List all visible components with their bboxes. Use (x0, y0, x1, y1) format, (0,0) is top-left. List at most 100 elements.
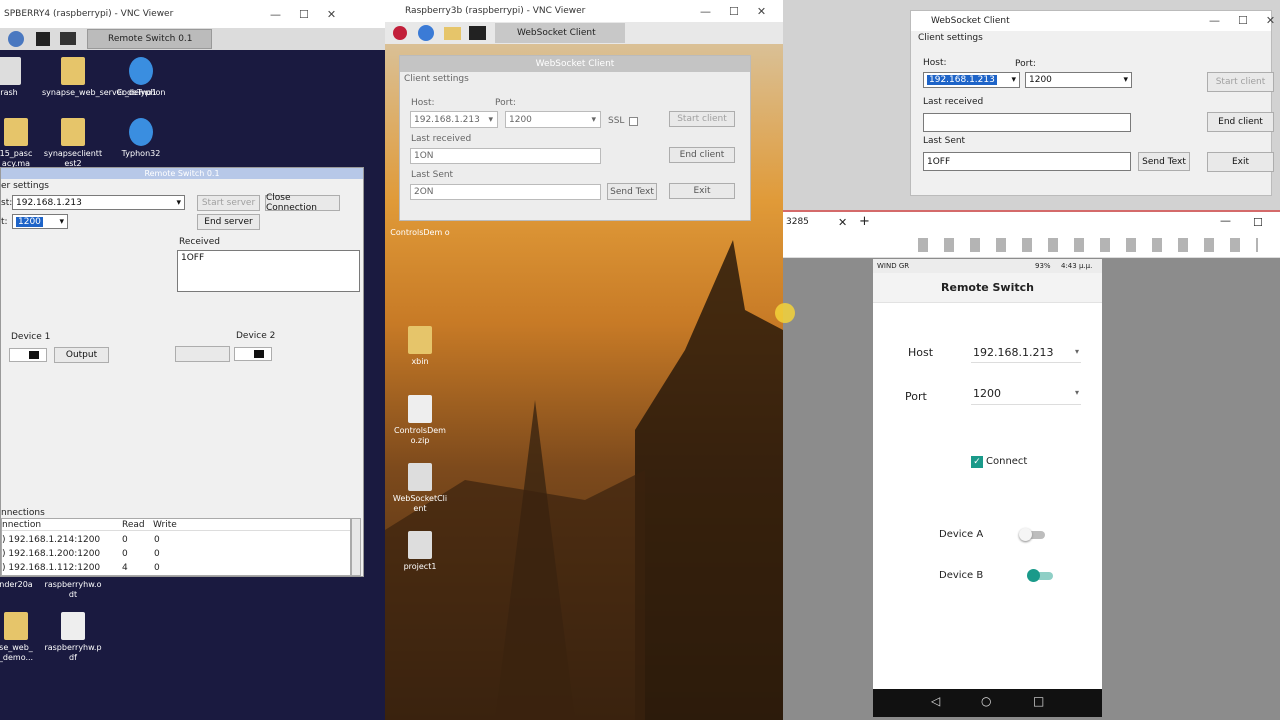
globe-icon[interactable] (8, 31, 24, 47)
send-text-button[interactable]: Send Text (607, 183, 657, 200)
device2-output-button[interactable] (175, 346, 230, 362)
last-received-field[interactable] (923, 113, 1131, 132)
desktop-icon-se-web[interactable]: se_web_ _demo... (0, 612, 36, 663)
minimize-icon[interactable]: — (270, 8, 281, 21)
new-tab-icon[interactable]: + (859, 214, 870, 229)
port-label: Port (905, 390, 927, 403)
ssl-label: SSL (608, 116, 625, 126)
desktop-icon-raspberryhw-pdf[interactable]: raspberryhw.p df (42, 612, 104, 663)
pi-taskbar: WebSocket Client (385, 22, 783, 44)
start-server-button[interactable]: Start server (197, 195, 260, 211)
back-icon[interactable]: ◁ (931, 694, 940, 708)
close-tab-icon[interactable]: ✕ (838, 216, 847, 229)
desktop-icon-synapseclient[interactable]: synapseclientt est2 (42, 118, 104, 169)
desktop-icon-websocketclient[interactable]: WebSocketCli ent (388, 463, 452, 514)
folder-icon[interactable] (444, 27, 461, 40)
maximize-icon[interactable]: ☐ (299, 8, 309, 21)
received-memo[interactable]: 1OFF (177, 250, 360, 292)
device-b-label: Device B (939, 570, 984, 581)
toolbar-icons[interactable] (918, 238, 1258, 252)
host-spinner[interactable]: 192.168.1.213 ▾ (971, 343, 1081, 363)
start-client-button[interactable]: Start client (669, 111, 735, 127)
desktop-icon-codetyphon[interactable]: CodeTyphon (112, 57, 170, 98)
chevron-down-icon: ▾ (59, 216, 64, 227)
device2-toggle[interactable] (234, 347, 272, 361)
ssl-checkbox[interactable] (629, 117, 638, 126)
exit-button[interactable]: Exit (1207, 152, 1274, 172)
end-client-button[interactable]: End client (1207, 112, 1274, 132)
taskbar-app-websocket[interactable]: WebSocket Client (495, 23, 625, 43)
close-icon[interactable]: ✕ (1266, 14, 1275, 27)
last-sent-field[interactable]: 2ON (410, 184, 601, 200)
terminal-icon[interactable] (469, 26, 486, 40)
table-row[interactable]: ) 192.168.1.112:1200 4 0 (2, 561, 350, 574)
rs-port-label: t: (1, 217, 8, 227)
exit-button[interactable]: Exit (669, 183, 735, 199)
carrier-label: WIND GR (877, 262, 910, 270)
rs-host-select[interactable]: 192.168.1.213 ▾ (12, 195, 185, 210)
maximize-icon[interactable]: ☐ (1238, 14, 1248, 27)
last-sent-field[interactable]: 1OFF (923, 152, 1131, 171)
chevron-down-icon: ▾ (1011, 75, 1016, 85)
home-icon[interactable]: ○ (981, 694, 991, 708)
ws-port-select[interactable]: 1200 ▾ (505, 111, 601, 128)
end-server-button[interactable]: End server (197, 214, 260, 230)
desktop-icon-xbin[interactable]: xbin (395, 326, 445, 367)
globe-icon[interactable] (418, 25, 434, 41)
close-icon[interactable]: ✕ (327, 8, 336, 21)
close-connection-button[interactable]: Close Connection (265, 193, 340, 213)
ws-port-label: Port: (1015, 59, 1036, 69)
ws-port-select[interactable]: 1200 ▾ (1025, 72, 1132, 88)
last-received-field[interactable]: 1ON (410, 148, 601, 164)
desktop-icon-synapse-demo[interactable]: synapse_web_server_demo1 (42, 57, 157, 98)
rs-port-select[interactable]: 1200 ▾ (12, 214, 68, 229)
maximize-icon[interactable]: ☐ (729, 5, 739, 18)
taskbar-app-remote-switch[interactable]: Remote Switch 0.1 (87, 29, 212, 49)
output-button[interactable]: Output (54, 347, 109, 363)
desktop-icon-raspberryhw-odt[interactable]: raspberryhw.o dt (42, 580, 104, 600)
desktop-icon-pasc[interactable]: 15_pasc acy.ma (0, 118, 36, 169)
terminal-icon[interactable] (36, 32, 50, 46)
chevron-down-icon: ▾ (1074, 388, 1079, 397)
send-text-button[interactable]: Send Text (1138, 152, 1190, 171)
browser-window: 3285 ✕ + — ☐ WIND GR 93% 4:43 μ.μ. Remot… (783, 210, 1280, 720)
end-client-button[interactable]: End client (669, 147, 735, 163)
tab-label[interactable]: 3285 (786, 217, 809, 227)
raspberry-icon[interactable] (393, 26, 407, 40)
close-icon[interactable]: ✕ (757, 5, 766, 18)
desktop-icon-typhon32[interactable]: Typhon32 (112, 118, 170, 159)
device-a-label: Device A (939, 529, 984, 540)
ws-host-label: Host: (923, 58, 947, 68)
minimize-icon[interactable]: — (1220, 214, 1231, 227)
minimize-icon[interactable]: — (1209, 14, 1220, 27)
device-a-switch[interactable] (1019, 528, 1045, 541)
desktop-icon-controlsdemo[interactable]: ControlsDem o (388, 228, 452, 238)
desktop-icon-trash[interactable]: rash (0, 57, 24, 98)
device1-toggle[interactable] (9, 348, 47, 362)
desktop-icon-controlsdemo-zip[interactable]: ControlsDem o.zip (388, 395, 452, 446)
host-label: Host (908, 346, 934, 359)
maximize-icon[interactable]: ☐ (1253, 216, 1263, 229)
remote-switch-window: Remote Switch 0.1 er settings st: 192.16… (0, 167, 364, 577)
ws-group-label: Client settings (918, 33, 983, 43)
desktop-icon-project1[interactable]: project1 (388, 531, 452, 572)
chevron-down-icon: ▾ (1074, 347, 1079, 356)
browser-toolbar (783, 234, 1280, 258)
table-row[interactable]: ) 192.168.1.200:1200 0 0 (2, 547, 350, 560)
monitor-icon[interactable] (60, 32, 76, 45)
last-received-label: Last received (411, 134, 472, 144)
table-scrollbar[interactable] (351, 518, 361, 576)
minimize-icon[interactable]: — (700, 5, 711, 18)
chevron-down-icon: ▾ (488, 114, 493, 125)
connect-checkbox[interactable]: ✓ (971, 456, 983, 468)
window-title: WebSocket Client (931, 16, 1010, 26)
recents-icon[interactable]: □ (1033, 694, 1044, 708)
received-label: Received (179, 237, 220, 247)
ws-host-select[interactable]: 192.168.1.213 ▾ (410, 111, 498, 128)
device-b-switch[interactable] (1027, 569, 1053, 582)
start-client-button[interactable]: Start client (1207, 72, 1274, 92)
port-spinner[interactable]: 1200 ▾ (971, 385, 1081, 405)
table-row[interactable]: ) 192.168.1.214:1200 0 0 (2, 533, 350, 546)
desktop-icon-nder[interactable]: nder20a (0, 580, 36, 590)
ws-host-select[interactable]: 192.168.1.213 ▾ (923, 72, 1020, 88)
